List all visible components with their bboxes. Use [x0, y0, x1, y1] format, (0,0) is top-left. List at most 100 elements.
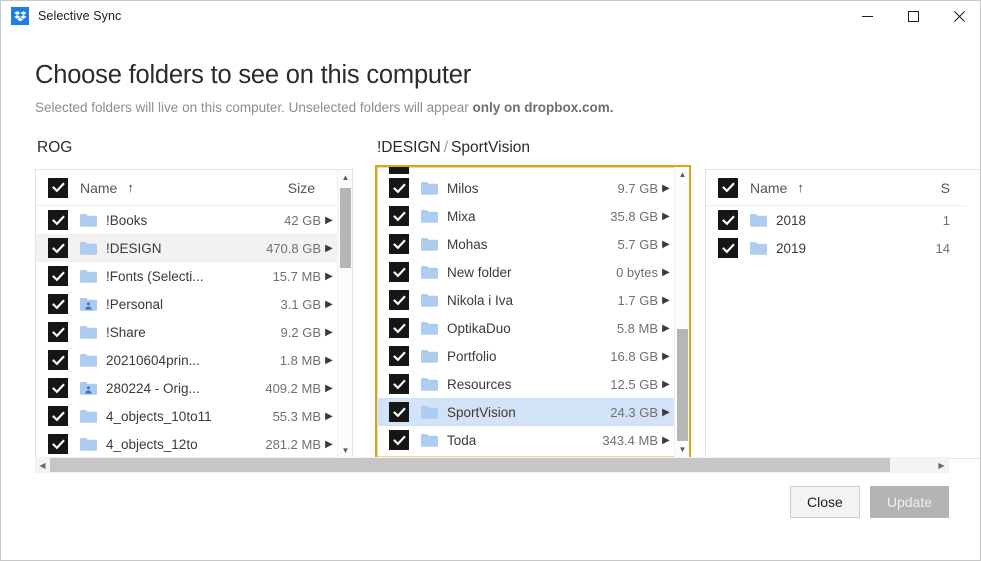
- folder-name: New folder: [447, 264, 512, 280]
- row-checkbox[interactable]: [48, 210, 68, 230]
- update-button[interactable]: Update: [869, 486, 949, 518]
- row-checkbox[interactable]: [389, 290, 409, 310]
- expand-folder-icon[interactable]: ▶: [321, 215, 337, 226]
- row-checkbox[interactable]: [48, 378, 68, 398]
- expand-folder-icon[interactable]: ▶: [321, 411, 337, 422]
- row-name-cell: !Fonts (Selecti...: [80, 269, 273, 284]
- expand-folder-icon[interactable]: ▶: [321, 383, 337, 394]
- row-checkbox[interactable]: [389, 318, 409, 338]
- row-checkbox[interactable]: [48, 322, 68, 342]
- horizontal-scroll-track[interactable]: [50, 457, 934, 473]
- breadcrumb-current: SportVision: [451, 139, 531, 156]
- expand-folder-icon[interactable]: ▶: [321, 439, 337, 450]
- row-checkbox[interactable]: [389, 346, 409, 366]
- column-header-size[interactable]: S: [941, 180, 950, 196]
- expand-folder-icon[interactable]: ▶: [321, 327, 337, 338]
- table-row[interactable]: SportVision 24.3 GB ▶: [377, 398, 674, 426]
- row-checkbox[interactable]: [718, 238, 738, 258]
- table-row[interactable]: !Share 9.2 GB ▶: [36, 318, 337, 346]
- close-button[interactable]: Close: [790, 486, 860, 518]
- table-row[interactable]: 20210604prin... 1.8 MB ▶: [36, 346, 337, 374]
- table-row[interactable]: Milos 9.7 GB ▶: [377, 174, 674, 202]
- row-checkbox[interactable]: [389, 234, 409, 254]
- row-checkbox[interactable]: [48, 266, 68, 286]
- select-all-checkbox[interactable]: [48, 177, 68, 198]
- expand-folder-icon[interactable]: ▶: [658, 351, 674, 362]
- row-checkbox[interactable]: [389, 206, 409, 226]
- expand-folder-icon[interactable]: ▶: [658, 379, 674, 390]
- breadcrumb-parent[interactable]: !DESIGN: [377, 139, 441, 156]
- folder-icon: [750, 214, 767, 227]
- expand-folder-icon[interactable]: ▶: [658, 211, 674, 222]
- vertical-scrollbar[interactable]: ▲ ▼: [674, 167, 689, 457]
- table-row[interactable]: !DESIGN 470.8 GB ▶: [36, 234, 337, 262]
- row-checkbox[interactable]: [389, 402, 409, 422]
- scroll-down-icon[interactable]: ▼: [338, 443, 352, 458]
- folder-icon: [80, 438, 97, 451]
- table-row[interactable]: OptikaDuo 5.8 MB ▶: [377, 314, 674, 342]
- row-name-cell: !Personal: [80, 297, 281, 312]
- table-row[interactable]: 4_objects_10to11 55.3 MB ▶: [36, 402, 337, 430]
- horizontal-scroll-thumb[interactable]: [50, 458, 890, 472]
- select-all-checkbox[interactable]: [718, 177, 738, 198]
- close-window-button[interactable]: [936, 1, 980, 32]
- table-row[interactable]: Mixa 35.8 GB ▶: [377, 202, 674, 230]
- table-row[interactable]: Resources 12.5 GB ▶: [377, 370, 674, 398]
- column-header-size[interactable]: Size: [288, 180, 321, 196]
- row-checkbox[interactable]: [48, 238, 68, 258]
- folder-list-2[interactable]: Milos 9.7 GB ▶ Mixa 35.8 GB ▶ Mohas 5.7 GB ▶ New …: [375, 165, 691, 459]
- horizontal-scrollbar[interactable]: ◀ ▶: [35, 457, 949, 473]
- table-row[interactable]: Toda 343.4 MB ▶: [377, 426, 674, 454]
- vertical-scroll-thumb[interactable]: [340, 188, 351, 268]
- expand-folder-icon[interactable]: ▶: [658, 183, 674, 194]
- folder-name: !Fonts (Selecti...: [106, 268, 204, 284]
- folder-name: Milos: [447, 180, 479, 196]
- table-row[interactable]: Mohas 5.7 GB ▶: [377, 230, 674, 258]
- expand-folder-icon[interactable]: ▶: [321, 299, 337, 310]
- vertical-scroll-thumb[interactable]: [677, 329, 688, 441]
- expand-folder-icon[interactable]: ▶: [658, 435, 674, 446]
- folder-icon: [421, 322, 438, 335]
- row-checkbox[interactable]: [718, 210, 738, 230]
- table-row[interactable]: 2018 1: [706, 206, 966, 234]
- folder-list-1[interactable]: Name ↑ Size !Books 42 GB ▶ !DESIGN 470.8 GB ▶ !Fo…: [35, 169, 353, 459]
- column-header-name[interactable]: Name ↑: [750, 180, 941, 196]
- folder-name: Mixa: [447, 208, 476, 224]
- table-row[interactable]: Portfolio 16.8 GB ▶: [377, 342, 674, 370]
- row-checkbox[interactable]: [48, 406, 68, 426]
- table-row[interactable]: 2019 14: [706, 234, 966, 262]
- expand-folder-icon[interactable]: ▶: [321, 271, 337, 282]
- expand-folder-icon[interactable]: ▶: [321, 355, 337, 366]
- vertical-scrollbar[interactable]: ▲ ▼: [337, 170, 352, 458]
- row-checkbox[interactable]: [48, 294, 68, 314]
- folder-size: 15.7 MB: [272, 268, 321, 284]
- table-row[interactable]: 280224 - Orig... 409.2 MB ▶: [36, 374, 337, 402]
- table-row[interactable]: 4_objects_12to 281.2 MB ▶: [36, 430, 337, 458]
- table-row[interactable]: Nikola i Iva 1.7 GB ▶: [377, 286, 674, 314]
- table-row[interactable]: New folder 0 bytes ▶: [377, 258, 674, 286]
- row-checkbox[interactable]: [389, 262, 409, 282]
- scroll-up-icon[interactable]: ▲: [338, 170, 352, 185]
- scroll-left-icon[interactable]: ◀: [35, 457, 50, 473]
- expand-folder-icon[interactable]: ▶: [658, 239, 674, 250]
- minimize-button[interactable]: [844, 1, 890, 32]
- expand-folder-icon[interactable]: ▶: [658, 323, 674, 334]
- table-row[interactable]: !Books 42 GB ▶: [36, 206, 337, 234]
- expand-folder-icon[interactable]: ▶: [658, 407, 674, 418]
- row-checkbox[interactable]: [48, 350, 68, 370]
- maximize-button[interactable]: [890, 1, 936, 32]
- expand-folder-icon[interactable]: ▶: [658, 295, 674, 306]
- expand-folder-icon[interactable]: ▶: [658, 267, 674, 278]
- row-checkbox[interactable]: [389, 178, 409, 198]
- column-header-name[interactable]: Name ↑: [80, 180, 288, 196]
- scroll-right-icon[interactable]: ▶: [934, 457, 949, 473]
- table-row[interactable]: !Fonts (Selecti... 15.7 MB ▶: [36, 262, 337, 290]
- row-checkbox[interactable]: [389, 374, 409, 394]
- row-checkbox[interactable]: [48, 434, 68, 454]
- row-checkbox[interactable]: [389, 430, 409, 450]
- scroll-up-icon[interactable]: ▲: [675, 167, 689, 182]
- expand-folder-icon[interactable]: ▶: [321, 243, 337, 254]
- folder-list-3[interactable]: Name ↑ S 2018 1 2019 14: [705, 169, 980, 459]
- table-row[interactable]: !Personal 3.1 GB ▶: [36, 290, 337, 318]
- scroll-down-icon[interactable]: ▼: [675, 442, 689, 457]
